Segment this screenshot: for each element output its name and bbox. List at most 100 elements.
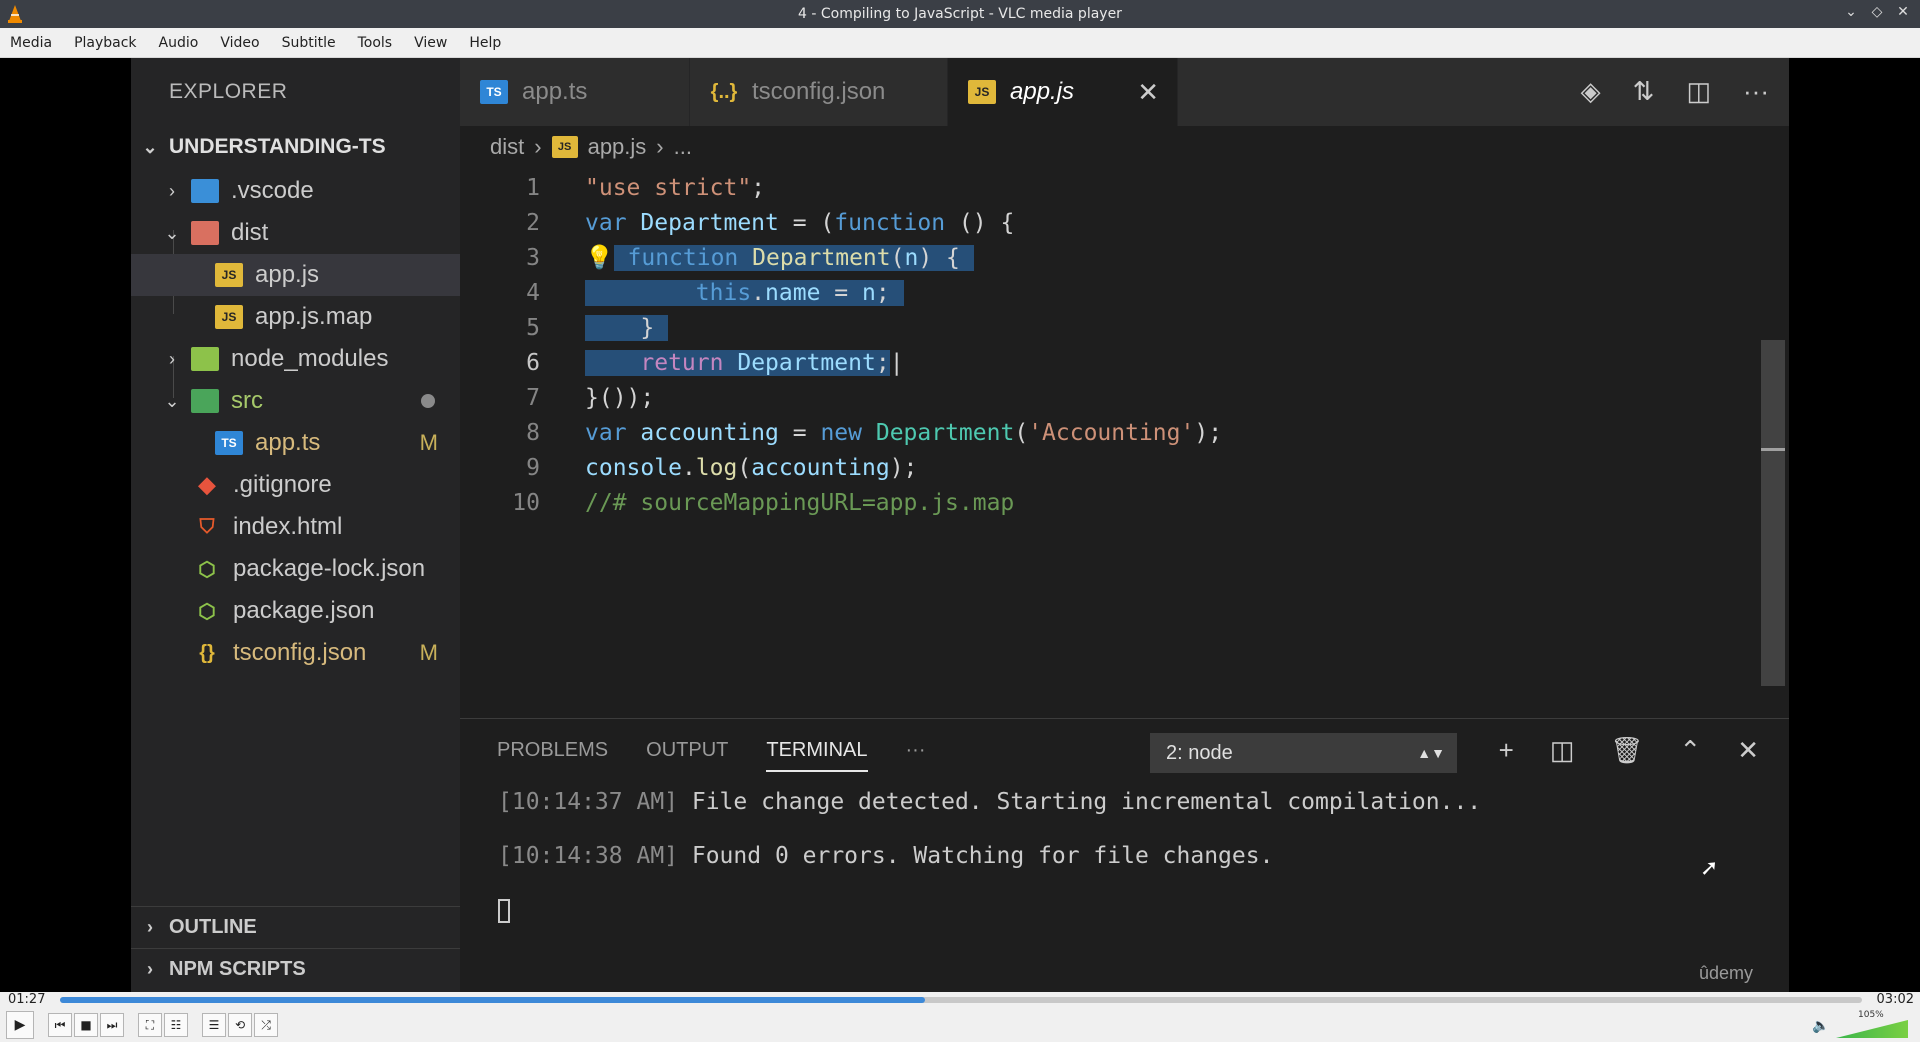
breadcrumb-folder: dist bbox=[490, 134, 525, 159]
ts-file-icon: TS bbox=[480, 80, 508, 104]
volume-control[interactable]: 🔈 105% bbox=[1812, 1010, 1912, 1040]
tree-item-tsconfig: {} tsconfig.json M bbox=[131, 632, 460, 674]
chevron-down-icon: ⌄ bbox=[142, 136, 158, 157]
code-text: 💡 function Department(n) { bbox=[585, 245, 974, 271]
extended-settings-button[interactable]: ☷ bbox=[164, 1013, 188, 1037]
menu-subtitle[interactable]: Subtitle bbox=[282, 35, 336, 51]
vscode-frame: EXPLORER ⌄ UNDERSTANDING-TS › .vscode ⌄ … bbox=[131, 58, 1789, 992]
code-line: 4 this.name = n; bbox=[460, 275, 1740, 310]
video-area[interactable]: EXPLORER ⌄ UNDERSTANDING-TS › .vscode ⌄ … bbox=[0, 58, 1920, 992]
code-editor: TS app.ts {..} tsconfig.json JS app.js ✕… bbox=[460, 58, 1789, 718]
tab-problems: PROBLEMS bbox=[497, 739, 609, 761]
js-file-icon: JS bbox=[551, 136, 578, 158]
tab-label: app.ts bbox=[522, 78, 588, 105]
play-button[interactable]: ▶ bbox=[6, 1011, 34, 1039]
line-number: 6 bbox=[526, 349, 540, 376]
menu-tools[interactable]: Tools bbox=[358, 35, 393, 51]
split-terminal-icon: ◫ bbox=[1549, 735, 1575, 765]
project-name: UNDERSTANDING-TS bbox=[169, 135, 386, 158]
menu-playback[interactable]: Playback bbox=[74, 35, 136, 51]
tree-item-label: package-lock.json bbox=[233, 555, 426, 582]
code-line: 5 } bbox=[460, 310, 1740, 345]
code-line: 2 var Department = (function () { bbox=[460, 205, 1740, 240]
shuffle-button[interactable]: ⤮ bbox=[254, 1013, 278, 1037]
menu-media[interactable]: Media bbox=[10, 35, 52, 51]
editor-tabs: TS app.ts {..} tsconfig.json JS app.js ✕… bbox=[460, 58, 1789, 126]
breadcrumb-file: app.js bbox=[587, 134, 647, 159]
breadcrumb-more: ... bbox=[673, 134, 692, 159]
tree-item-app-js: JS app.js bbox=[131, 254, 460, 296]
playlist-button[interactable]: ☰ bbox=[202, 1013, 226, 1037]
menu-help[interactable]: Help bbox=[469, 35, 501, 51]
fullscreen-button[interactable]: ⛶ bbox=[138, 1013, 162, 1037]
chevron-right-icon: › bbox=[534, 134, 542, 159]
tree-item-label: app.js bbox=[255, 261, 320, 288]
tree-item-label: dist bbox=[231, 219, 269, 246]
stop-button[interactable]: ■ bbox=[74, 1013, 98, 1037]
npm-scripts-section: › NPM SCRIPTS bbox=[131, 948, 460, 990]
playback-controls: ▶ ⏮ ■ ⏭ ⛶ ☷ ☰ ⟲ ⤮ 🔈 105% bbox=[0, 1008, 1920, 1042]
more-actions-icon: ··· bbox=[1743, 76, 1769, 106]
folder-icon bbox=[191, 347, 219, 371]
terminal-text: File change detected. Starting increment… bbox=[678, 789, 1482, 815]
code-text: "use strict"; bbox=[585, 174, 766, 201]
tab-tsconfig: {..} tsconfig.json bbox=[690, 58, 948, 126]
udemy-watermark: ûdemy bbox=[1698, 963, 1753, 983]
maximize-button[interactable]: ◇ bbox=[1868, 4, 1886, 20]
line-number: 10 bbox=[512, 489, 540, 516]
terminal-line: [10:14:37 AM] File change detected. Star… bbox=[498, 789, 1481, 843]
chevron-right-icon: › bbox=[147, 917, 153, 937]
tree-item-node-modules: › node_modules bbox=[131, 338, 460, 380]
panel-tabs: PROBLEMS OUTPUT TERMINAL ··· bbox=[497, 739, 925, 772]
terminal-cursor bbox=[498, 898, 510, 923]
tree-item-label: package.json bbox=[233, 597, 375, 624]
json-braces-icon: {..} bbox=[710, 80, 738, 103]
seek-slider[interactable] bbox=[60, 997, 1862, 1003]
speaker-icon[interactable]: 🔈 bbox=[1812, 1018, 1829, 1034]
minimize-button[interactable]: ⌄ bbox=[1842, 4, 1860, 20]
modified-badge: M bbox=[419, 430, 438, 455]
close-window-button[interactable]: ✕ bbox=[1894, 4, 1912, 20]
js-map-file-icon: JS bbox=[215, 305, 243, 329]
editor-actions: ◈ ⇅ ◫ ··· bbox=[1581, 76, 1769, 107]
menu-video[interactable]: Video bbox=[220, 35, 259, 51]
terminal-text: Found 0 errors. Watching for file change… bbox=[678, 843, 1274, 869]
menu-view[interactable]: View bbox=[414, 35, 447, 51]
tree-item-gitignore: ◆ .gitignore bbox=[131, 464, 460, 506]
git-diff-icon: ◈ bbox=[1580, 76, 1601, 106]
code-text: }()); bbox=[585, 384, 655, 411]
terminal-output: [10:14:37 AM] File change detected. Star… bbox=[498, 789, 1481, 951]
line-number: 8 bbox=[526, 419, 540, 446]
tree-item-app-ts: TS app.ts M bbox=[131, 422, 460, 464]
loop-button[interactable]: ⟲ bbox=[228, 1013, 252, 1037]
tree-item-vscode: › .vscode bbox=[131, 170, 460, 212]
menu-audio[interactable]: Audio bbox=[159, 35, 199, 51]
terminal-select: 2: node ▲▼ bbox=[1150, 733, 1457, 773]
title-bar: 4 - Compiling to JavaScript - VLC media … bbox=[0, 0, 1920, 28]
json-braces-icon: {} bbox=[199, 641, 215, 664]
menu-bar: Media Playback Audio Video Subtitle Tool… bbox=[0, 28, 1920, 58]
volume-percent: 105% bbox=[1858, 1010, 1884, 1020]
tab-terminal: TERMINAL bbox=[766, 739, 868, 772]
modified-dot-icon bbox=[421, 394, 435, 408]
tree-item-index-html: ⛉ index.html bbox=[131, 506, 460, 548]
code-text: //# sourceMappingURL=app.js.map bbox=[585, 489, 1015, 516]
previous-button[interactable]: ⏮ bbox=[48, 1013, 72, 1037]
code-line: 10 //# sourceMappingURL=app.js.map bbox=[460, 485, 1740, 520]
line-number: 3 bbox=[526, 244, 540, 271]
compare-changes-icon: ⇅ bbox=[1632, 76, 1655, 106]
folder-icon bbox=[191, 221, 219, 245]
terminal-line: [10:14:38 AM] Found 0 errors. Watching f… bbox=[498, 843, 1481, 897]
close-panel-icon: ✕ bbox=[1737, 735, 1759, 765]
code-line: 6 return Department;| bbox=[460, 345, 1740, 380]
terminal-prompt bbox=[498, 897, 1481, 951]
next-button[interactable]: ⏭ bbox=[100, 1013, 124, 1037]
modified-badge: M bbox=[419, 640, 438, 665]
code-text: var Department = (function () { bbox=[585, 209, 1015, 236]
code-text: console.log(accounting); bbox=[585, 454, 918, 481]
explorer-header: EXPLORER bbox=[169, 80, 288, 103]
elapsed-time: 01:27 bbox=[8, 992, 46, 1007]
volume-slider[interactable] bbox=[1836, 1020, 1908, 1038]
js-file-icon: JS bbox=[215, 263, 243, 287]
line-number: 7 bbox=[526, 384, 540, 411]
